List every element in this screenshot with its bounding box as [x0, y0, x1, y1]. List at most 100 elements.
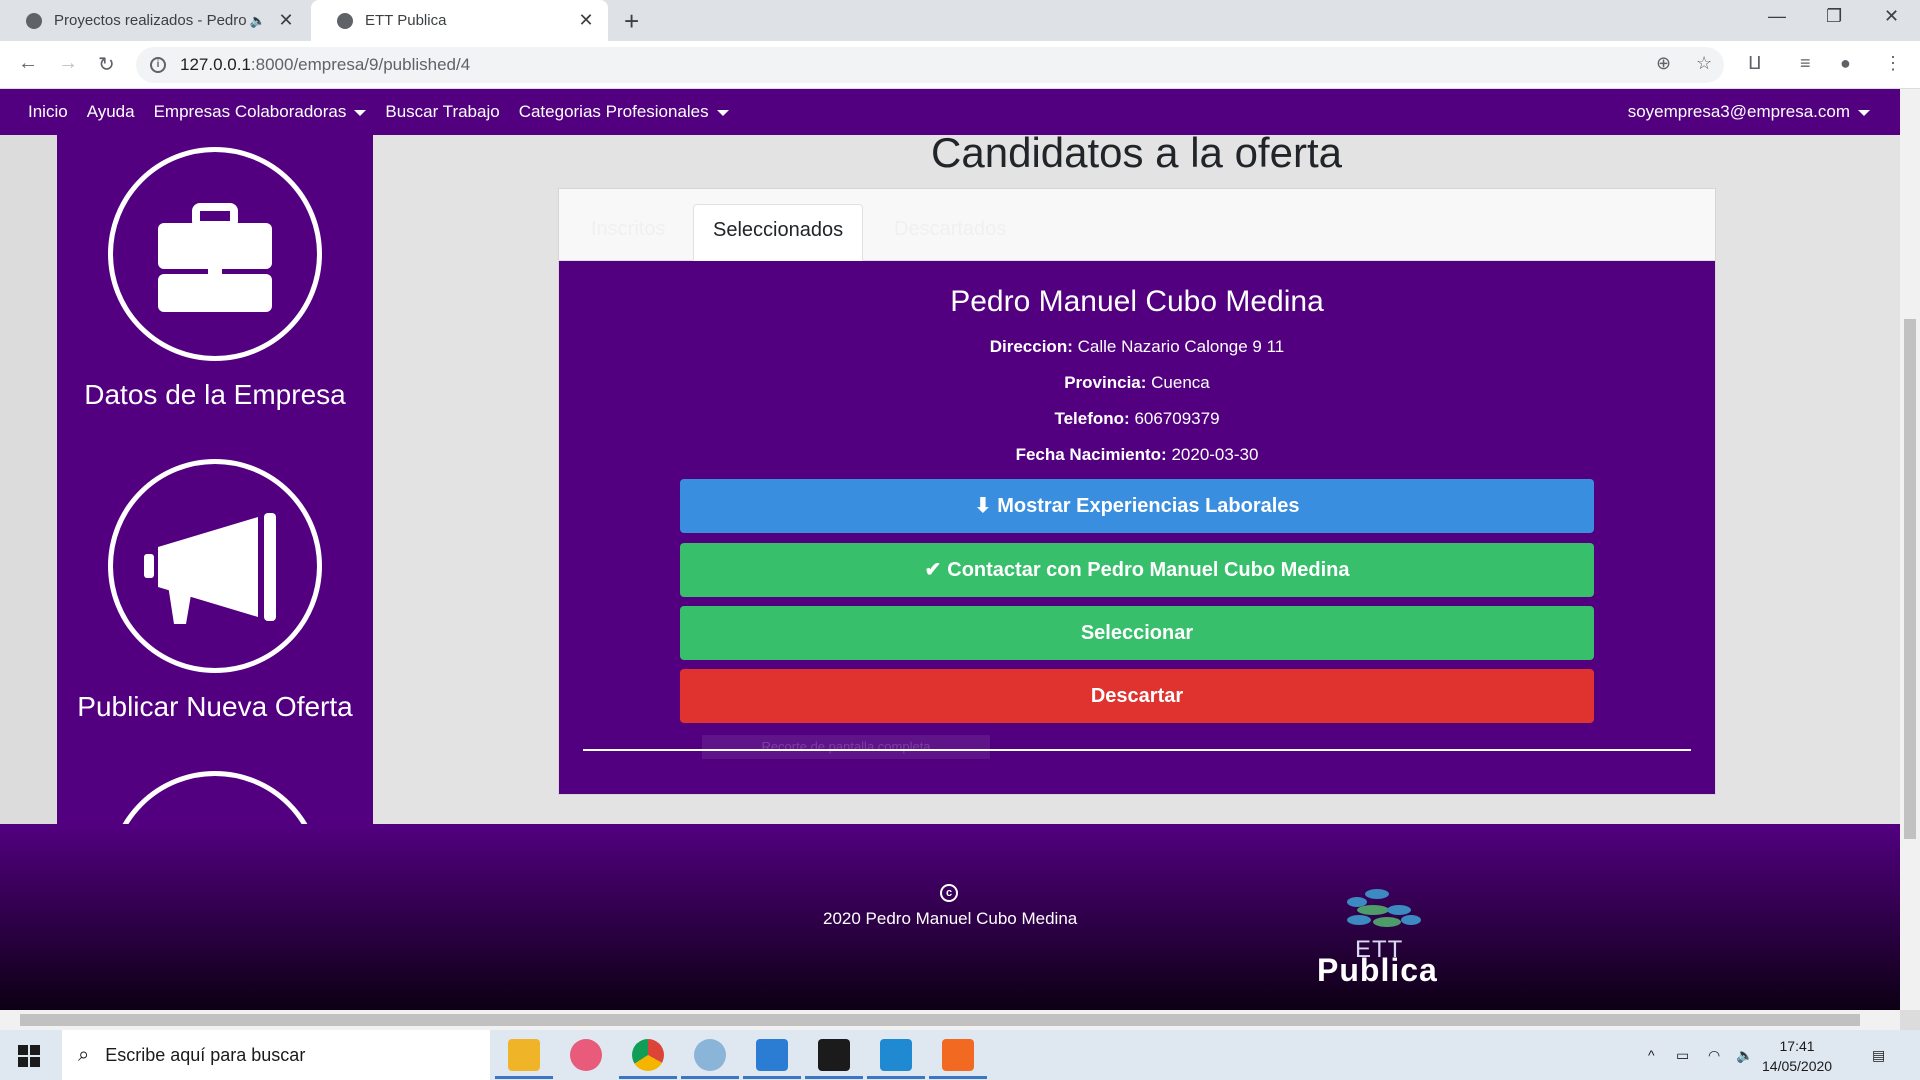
vertical-scrollbar[interactable] — [1900, 89, 1920, 1010]
field-direccion: Direccion: Calle Nazario Calonge 9 11 — [559, 337, 1715, 357]
menu-icon[interactable]: ⋮ — [1884, 53, 1902, 74]
notifications-icon[interactable]: ▤ — [1872, 1047, 1885, 1064]
xampp-icon[interactable] — [942, 1039, 974, 1071]
new-tab-button[interactable]: + — [624, 6, 639, 37]
copyright-icon: c — [940, 884, 958, 902]
active-indicator — [743, 1076, 801, 1079]
arrow-down-icon: ⬇ — [974, 495, 992, 517]
battery-icon[interactable]: ▭ — [1676, 1047, 1689, 1064]
discard-button[interactable]: Descartar — [680, 669, 1594, 723]
nav-buscar-trabajo[interactable]: Buscar Trabajo — [385, 102, 499, 122]
field-value: Calle Nazario Calonge 9 11 — [1077, 337, 1285, 356]
active-indicator — [681, 1076, 739, 1079]
page-title: Candidatos a la oferta — [931, 129, 1342, 176]
globe-icon — [337, 12, 353, 29]
terminal-icon[interactable] — [818, 1039, 850, 1071]
zoom-icon[interactable]: ⊕ — [1656, 53, 1671, 74]
window-close-icon[interactable]: ✕ — [1884, 6, 1899, 27]
search-icon: ⌕ — [78, 1043, 90, 1066]
close-tab-icon[interactable]: ✕ — [576, 10, 596, 31]
vscode-icon[interactable] — [880, 1039, 912, 1071]
tab-seleccionados[interactable]: Seleccionados — [693, 204, 864, 261]
profile-icon[interactable]: ● — [1840, 53, 1851, 74]
candidate-panel: Pedro Manuel Cubo Medina Direccion: Call… — [559, 261, 1715, 794]
back-icon[interactable]: ← — [18, 52, 38, 75]
field-telefono: Telefono: 606709379 — [559, 409, 1715, 429]
ett-publica-logo: ETT Publica — [1315, 884, 1475, 994]
field-value: 606709379 — [1134, 409, 1220, 428]
chrome-icon[interactable] — [632, 1039, 664, 1071]
extension-icon[interactable]: ⵡ — [1748, 53, 1762, 74]
sidebar-item-label: Datos de la Empresa — [84, 379, 346, 410]
field-value: Cuenca — [1151, 373, 1210, 392]
button-label: Contactar con Pedro Manuel Cubo Medina — [947, 559, 1350, 581]
sidebar-circle — [108, 459, 322, 673]
sidebar-circle — [108, 771, 322, 824]
contact-candidate-button[interactable]: ✔ Contactar con Pedro Manuel Cubo Medina — [680, 543, 1594, 597]
sidebar-item-publish-offer[interactable]: Publicar Nueva Oferta — [57, 459, 373, 724]
volume-icon[interactable]: 🔈 — [1736, 1047, 1753, 1064]
logo-publica-text: Publica — [1317, 952, 1438, 988]
close-tab-icon[interactable]: ✕ — [276, 10, 296, 31]
media-icon[interactable]: ≡ — [1800, 53, 1811, 74]
windows-start-icon[interactable] — [18, 1045, 40, 1067]
scrollbar-thumb[interactable] — [1904, 319, 1916, 839]
candidate-tabs: Inscritos Seleccionados Descartados — [559, 189, 1715, 261]
scrollbar-thumb[interactable] — [20, 1014, 1860, 1026]
nav-ayuda[interactable]: Ayuda — [87, 102, 135, 122]
browser-tab-projects[interactable]: Proyectos realizados - Pedro 🔈 ✕ — [0, 0, 308, 41]
active-indicator — [495, 1076, 553, 1079]
user-menu[interactable]: soyempresa3@empresa.com — [1628, 102, 1870, 122]
tab-title: Proyectos realizados - Pedro — [54, 12, 247, 29]
sidebar-item-company-data[interactable]: Datos de la Empresa — [57, 147, 373, 412]
user-email: soyempresa3@empresa.com — [1627, 102, 1850, 121]
speaker-icon[interactable]: 🔈 — [250, 13, 266, 29]
clock-date: 14/05/2020 — [1762, 1058, 1833, 1074]
notepad-icon[interactable] — [756, 1039, 788, 1071]
nav-label: Empresas Colaboradoras — [153, 102, 347, 121]
restore-icon[interactable]: ❐ — [1826, 6, 1842, 27]
candidate-name: Pedro Manuel Cubo Medina — [950, 285, 1324, 318]
file-explorer-icon[interactable] — [508, 1039, 540, 1071]
search-placeholder: Escribe aquí para buscar — [105, 1044, 306, 1065]
address-bar: ← → ↻ i 127.0.0.1:8000/empresa/9/publish… — [0, 41, 1920, 89]
footer-copyright: 2020 Pedro Manuel Cubo Medina — [823, 909, 1078, 928]
url-input[interactable]: i 127.0.0.1:8000/empresa/9/published/4 — [136, 47, 1724, 83]
settings-app-icon[interactable] — [694, 1039, 726, 1071]
show-experiences-button[interactable]: ⬇ Mostrar Experiencias Laborales — [680, 479, 1594, 533]
tab-inscritos[interactable]: Inscritos — [572, 204, 684, 261]
windows-taskbar: ⌕ Escribe aquí para buscar ^ ▭ ◠ 🔈 17:41… — [0, 1030, 1920, 1080]
taskbar-search-input[interactable]: ⌕ Escribe aquí para buscar — [62, 1030, 490, 1080]
globe-icon — [26, 12, 42, 29]
wifi-icon[interactable]: ◠ — [1708, 1047, 1720, 1064]
forward-icon[interactable]: → — [58, 52, 78, 75]
caret-down-icon — [1858, 109, 1870, 116]
field-value: 2020-03-30 — [1171, 445, 1259, 464]
bookmark-star-icon[interactable]: ☆ — [1696, 53, 1712, 74]
select-button[interactable]: Seleccionar — [680, 606, 1594, 660]
active-indicator — [805, 1076, 863, 1079]
sidebar-item-partial[interactable] — [57, 771, 373, 824]
nav-label: Categorias Profesionales — [518, 102, 709, 121]
main-area: Candidatos a la oferta Inscritos Selecci… — [373, 129, 1900, 824]
browser-tab-ett[interactable]: ETT Publica ✕ — [311, 0, 608, 41]
tab-descartados[interactable]: Descartados — [875, 204, 1025, 261]
horizontal-scrollbar[interactable] — [0, 1010, 1900, 1030]
button-label: Mostrar Experiencias Laborales — [997, 495, 1300, 517]
browser-tab-bar: Proyectos realizados - Pedro 🔈 ✕ ETT Pub… — [0, 0, 1920, 41]
footer: c 2020 Pedro Manuel Cubo Medina ETT Publ… — [0, 824, 1900, 1010]
reload-icon[interactable]: ↻ — [98, 52, 115, 77]
screenshot-tooltip: Recorte de pantalla completa — [702, 735, 990, 759]
field-label: Provincia: — [1064, 373, 1147, 392]
info-icon[interactable]: i — [150, 57, 166, 73]
caret-down-icon — [716, 109, 729, 116]
tray-chevron-icon[interactable]: ^ — [1648, 1047, 1655, 1063]
taskbar-clock[interactable]: 17:41 14/05/2020 — [1762, 1036, 1832, 1076]
nav-empresas-colaboradoras[interactable]: Empresas Colaboradoras — [154, 102, 367, 122]
snipping-tool-icon[interactable] — [570, 1039, 602, 1071]
candidates-card: Inscritos Seleccionados Descartados Pedr… — [558, 188, 1716, 795]
nav-categorias-profesionales[interactable]: Categorias Profesionales — [519, 102, 729, 122]
minimize-icon[interactable]: — — [1768, 6, 1786, 27]
nav-inicio[interactable]: Inicio — [28, 102, 68, 122]
megaphone-icon — [144, 513, 276, 624]
